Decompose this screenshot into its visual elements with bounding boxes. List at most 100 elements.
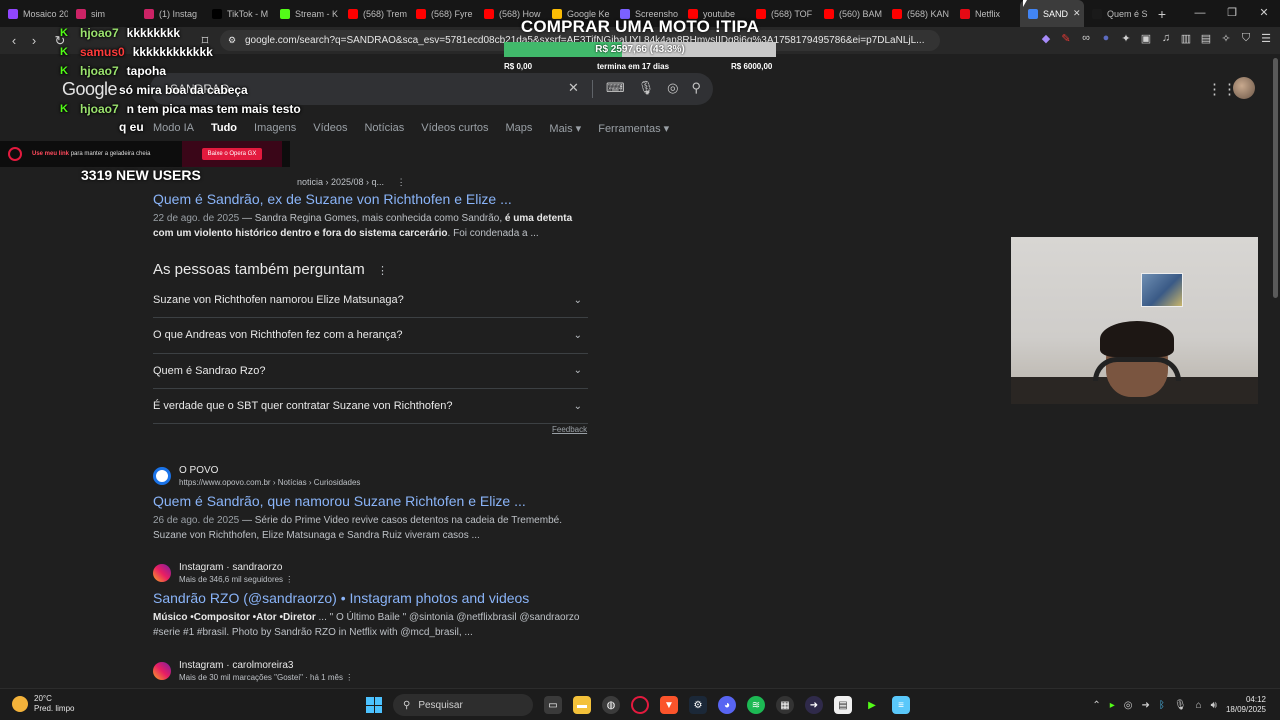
kick-icon[interactable]: ▶: [863, 696, 881, 714]
browser-tab[interactable]: (568) Trem: [340, 0, 408, 27]
chevron-up-icon[interactable]: ⌃: [1092, 700, 1100, 711]
close-window-icon[interactable]: ✕: [1248, 0, 1280, 27]
browser-tab[interactable]: (568) KAN: [884, 0, 952, 27]
more-options-icon[interactable]: ⋮: [397, 177, 406, 187]
puzzle-icon[interactable]: ✦: [1120, 32, 1132, 45]
paa-question[interactable]: O que Andreas von Richthofen fez com a h…: [153, 318, 588, 354]
extension-icon[interactable]: ●: [1100, 32, 1112, 45]
extension-icon[interactable]: ✎: [1060, 32, 1072, 45]
more-options-icon[interactable]: ⋮: [377, 265, 388, 277]
extension-icon[interactable]: ∞: [1080, 32, 1092, 45]
ad-button[interactable]: Baixe o Opera GX: [182, 141, 282, 167]
browser-tab[interactable]: Mosaico 2020: [0, 0, 68, 27]
more-options-icon[interactable]: ⋮: [345, 673, 353, 682]
browser-tab[interactable]: Stream - K: [272, 0, 340, 27]
new-tab-icon[interactable]: +: [1152, 6, 1172, 22]
browser-tab[interactable]: Quem é S: [1084, 0, 1152, 27]
result-site-header[interactable]: Instagram · sandraorzo Mais de 346,6 mil…: [153, 562, 293, 584]
opera-gx-icon[interactable]: [631, 696, 649, 714]
clear-icon[interactable]: ✕: [568, 80, 579, 98]
chrome-icon[interactable]: ◍: [602, 696, 620, 714]
minimize-icon[interactable]: —: [1184, 0, 1216, 27]
steam-icon[interactable]: ⚙: [689, 696, 707, 714]
mic-icon[interactable]: 🎙︎: [1174, 700, 1187, 711]
forward-icon[interactable]: ›: [24, 33, 44, 48]
search-tab[interactable]: Vídeos curtos: [421, 122, 488, 135]
tray-app-icon[interactable]: ◎: [1124, 700, 1133, 711]
spotify-icon[interactable]: ≋: [747, 696, 765, 714]
search-tab[interactable]: Mais ▾: [549, 122, 581, 135]
paa-question[interactable]: Quem é Sandrao Rzo? ⌄: [153, 354, 588, 389]
close-tab-icon[interactable]: ✕: [1073, 8, 1081, 19]
opera-gx-ad-banner[interactable]: Use meu link para manter a geladeira che…: [0, 141, 290, 167]
menu-icon[interactable]: ☰: [1260, 32, 1272, 45]
search-icon[interactable]: ⚲: [691, 80, 701, 98]
kick-badge-icon: K: [60, 27, 68, 39]
site-info-icon[interactable]: ⚙: [228, 35, 236, 46]
browser-tab[interactable]: (560) BAM: [816, 0, 884, 27]
volume-icon[interactable]: 🔊︎: [1211, 700, 1217, 711]
extension-icon[interactable]: ◆: [1040, 32, 1052, 45]
search-tab[interactable]: Ferramentas ▾: [598, 122, 669, 135]
result-title-link[interactable]: Sandrão RZO (@sandraorzo) • Instagram ph…: [153, 590, 529, 606]
maximize-icon[interactable]: ❐: [1216, 0, 1248, 27]
google-logo[interactable]: Google: [62, 79, 118, 100]
shield-icon[interactable]: ⛉: [1240, 32, 1252, 45]
screenshot-icon[interactable]: ▣: [1140, 32, 1152, 45]
result-title-link[interactable]: Quem é Sandrão, que namorou Suzane Richt…: [153, 493, 526, 509]
chat-username[interactable]: hjoao7: [80, 26, 119, 40]
search-tab[interactable]: Tudo: [211, 122, 237, 135]
chat-message: só mira boa da cabeça: [119, 83, 248, 97]
browser-tab[interactable]: (568) Fyre: [408, 0, 476, 27]
tray-app-icon[interactable]: ▸: [1110, 700, 1115, 711]
file-explorer-icon[interactable]: ▬: [573, 696, 591, 714]
browser-tab[interactable]: TikTok - M: [204, 0, 272, 27]
weather-widget[interactable]: 20°C Pred. limpo: [12, 694, 74, 714]
search-tab[interactable]: Modo IA: [153, 122, 194, 135]
more-options-icon[interactable]: ⋮: [285, 575, 293, 584]
browser-tab[interactable]: (1) Instag: [136, 0, 204, 27]
document-icon[interactable]: ▤: [834, 696, 852, 714]
brave-icon[interactable]: ▼: [660, 696, 678, 714]
chat-username[interactable]: hjoao7: [80, 102, 119, 116]
search-tab[interactable]: Vídeos: [313, 122, 347, 135]
task-view-icon[interactable]: ▭: [544, 696, 562, 714]
tray-app-icon[interactable]: ➜: [1142, 700, 1150, 711]
result-title-link[interactable]: Quem é Sandrão, ex de Suzane von Richtho…: [153, 191, 512, 207]
lens-icon[interactable]: ◎: [667, 80, 678, 98]
feedback-link[interactable]: Feedback: [552, 425, 587, 434]
browser-tab[interactable]: SAND ✕: [1020, 0, 1084, 27]
paa-question[interactable]: Suzane von Richthofen namorou Elize Mats…: [153, 283, 588, 319]
clock[interactable]: 04:12 18/09/2025: [1226, 695, 1266, 715]
keyboard-icon[interactable]: ⌨: [606, 80, 625, 98]
new-users-counter: 3319 NEW USERS: [81, 167, 201, 183]
microphone-icon[interactable]: 🎙︎: [638, 80, 655, 98]
search-tab[interactable]: Notícias: [364, 122, 404, 135]
result-site-header[interactable]: Instagram · carolmoreira3 Mais de 30 mil…: [153, 660, 353, 682]
scrollbar[interactable]: [1273, 58, 1278, 298]
paa-question[interactable]: É verdade que o SBT quer contratar Suzan…: [153, 389, 588, 425]
network-icon[interactable]: ⌂: [1196, 700, 1202, 711]
notepad-icon[interactable]: ≡: [892, 696, 910, 714]
bluetooth-icon[interactable]: ᛒ: [1159, 700, 1165, 711]
search-tab[interactable]: Maps: [506, 122, 533, 135]
chat-username[interactable]: hjoao7: [80, 64, 119, 78]
app-icon[interactable]: ▦: [776, 696, 794, 714]
taskbar-search[interactable]: ⚲ Pesquisar: [393, 694, 533, 716]
browser-tab[interactable]: Netflix: [952, 0, 1020, 27]
windows-start-icon[interactable]: [366, 697, 382, 713]
tab-label: (560) BAM: [839, 8, 883, 19]
chat-username[interactable]: samus0: [80, 45, 125, 59]
result-site-header[interactable]: O POVO https://www.opovo.com.br › Notíci…: [153, 465, 360, 487]
back-icon[interactable]: ‹: [4, 33, 24, 48]
discord-icon[interactable]: ◕: [718, 696, 736, 714]
wallet-icon[interactable]: ▤: [1200, 32, 1212, 45]
avatar[interactable]: [1233, 77, 1255, 99]
sidebar-icon[interactable]: ▥: [1180, 32, 1192, 45]
search-tab[interactable]: Imagens: [254, 122, 296, 135]
music-icon[interactable]: ♫: [1160, 32, 1172, 45]
ai-icon[interactable]: ✧: [1220, 32, 1232, 45]
app-icon[interactable]: ➜: [805, 696, 823, 714]
browser-tab[interactable]: sim: [68, 0, 136, 27]
tab-favicon-icon: [8, 8, 18, 19]
